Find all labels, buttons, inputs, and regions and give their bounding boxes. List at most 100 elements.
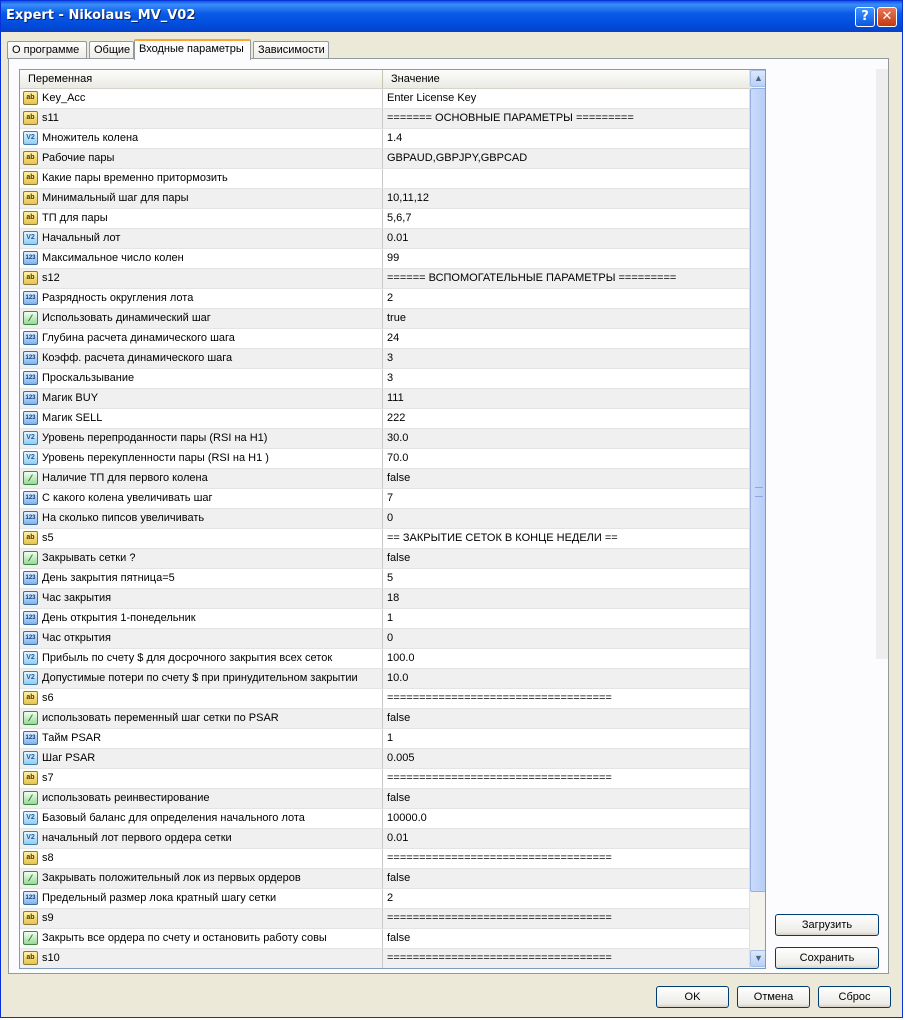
cancel-button[interactable]: Отмена [737, 986, 810, 1008]
table-row[interactable]: ab s5 == ЗАКРЫТИЕ СЕТОК В КОНЦЕ НЕДЕЛИ == [20, 529, 749, 549]
table-row[interactable]: 123 Магик BUY 111 [20, 389, 749, 409]
table-row[interactable]: ab Какие пары временно притормозить [20, 169, 749, 189]
value-cell[interactable]: 5,6,7 [387, 209, 411, 228]
value-cell[interactable]: 1 [387, 609, 393, 628]
variable-cell[interactable]: ab s6 [20, 689, 383, 708]
value-cell[interactable]: 0 [387, 629, 393, 648]
variable-cell[interactable]: ⁄ Использовать динамический шаг [20, 309, 383, 328]
table-row[interactable]: V2 Допустимые потери по счету $ при прину… [20, 669, 749, 689]
scroll-thumb[interactable] [750, 88, 765, 892]
table-row[interactable]: ab s11 ======= ОСНОВНЫЕ ПАРАМЕТРЫ ========… [20, 109, 749, 129]
scroll-down-arrow-icon[interactable]: ▼ [750, 950, 765, 967]
table-row[interactable]: 123 День закрытия пятница=5 5 [20, 569, 749, 589]
table-row[interactable]: ⁄ Закрывать положительный лок из первых о… [20, 869, 749, 889]
reset-button[interactable]: Сброс [818, 986, 891, 1008]
value-cell[interactable]: 0.01 [387, 829, 408, 848]
variable-cell[interactable]: 123 С какого колена увеличивать шаг [20, 489, 383, 508]
table-row[interactable]: ab s7 =================================== [20, 769, 749, 789]
variable-cell[interactable]: ab Key_Acc [20, 89, 383, 108]
value-cell[interactable]: 10,11,12 [387, 189, 429, 208]
value-cell[interactable]: =================================== [387, 849, 612, 868]
table-row[interactable]: ⁄ использовать переменный шаг сетки по PS… [20, 709, 749, 729]
variable-cell[interactable]: 123 Проскальзывание [20, 369, 383, 388]
variable-cell[interactable]: ⁄ Закрыть все ордера по счету и остановит… [20, 929, 383, 948]
variable-cell[interactable]: 123 День открытия 1-понедельник [20, 609, 383, 628]
ok-button[interactable]: OK [656, 986, 729, 1008]
variable-cell[interactable]: ab s9 [20, 909, 383, 928]
table-row[interactable]: ab ТП для пары 5,6,7 [20, 209, 749, 229]
value-cell[interactable]: 1 [387, 729, 393, 748]
table-row[interactable]: 123 Проскальзывание 3 [20, 369, 749, 389]
table-row[interactable]: 123 Магик SELL 222 [20, 409, 749, 429]
variable-cell[interactable]: ab Минимальный шаг для пары [20, 189, 383, 208]
table-row[interactable]: ab s10 =================================== [20, 949, 749, 968]
column-header-variable[interactable]: Переменная [20, 70, 383, 88]
variable-cell[interactable]: 123 Глубина расчета динамического шага [20, 329, 383, 348]
value-cell[interactable]: 7 [387, 489, 393, 508]
variable-cell[interactable]: V2 Множитель колена [20, 129, 383, 148]
value-cell[interactable]: =================================== [387, 769, 612, 788]
value-cell[interactable]: 1.4 [387, 129, 402, 148]
table-row[interactable]: V2 начальный лот первого ордера сетки 0.01 [20, 829, 749, 849]
variable-cell[interactable]: ab s8 [20, 849, 383, 868]
vertical-scrollbar[interactable]: ▲ ▼ [749, 70, 765, 968]
value-cell[interactable]: 0.005 [387, 749, 415, 768]
table-row[interactable]: V2 Прибыль по счету $ для досрочного закр… [20, 649, 749, 669]
table-row[interactable]: ⁄ Закрыть все ордера по счету и остановит… [20, 929, 749, 949]
table-row[interactable]: ab Минимальный шаг для пары 10,11,12 [20, 189, 749, 209]
variable-cell[interactable]: V2 Уровень перекупленности пары (RSI на H… [20, 449, 383, 468]
variable-cell[interactable]: ab Рабочие пары [20, 149, 383, 168]
value-cell[interactable]: 222 [387, 409, 405, 428]
variable-cell[interactable]: ⁄ Наличие ТП для первого колена [20, 469, 383, 488]
table-row[interactable]: 123 На сколько пипсов увеличивать 0 [20, 509, 749, 529]
table-row[interactable]: 123 С какого колена увеличивать шаг 7 [20, 489, 749, 509]
value-cell[interactable]: false [387, 549, 410, 568]
value-cell[interactable]: false [387, 869, 410, 888]
value-cell[interactable]: 3 [387, 349, 393, 368]
value-cell[interactable]: ====== ВСПОМОГАТЕЛЬНЫЕ ПАРАМЕТРЫ =======… [387, 269, 676, 288]
variable-cell[interactable]: ⁄ использовать переменный шаг сетки по PS… [20, 709, 383, 728]
table-row[interactable]: 123 Предельный размер лока кратный шагу с… [20, 889, 749, 909]
variable-cell[interactable]: ab s7 [20, 769, 383, 788]
value-cell[interactable]: GBPAUD,GBPJPY,GBPCAD [387, 149, 527, 168]
table-row[interactable]: V2 Начальный лот 0.01 [20, 229, 749, 249]
value-cell[interactable]: =================================== [387, 909, 612, 928]
table-row[interactable]: 123 Разрядность округления лота 2 [20, 289, 749, 309]
close-button[interactable]: ✕ [877, 7, 897, 27]
variable-cell[interactable]: V2 начальный лот первого ордера сетки [20, 829, 383, 848]
table-row[interactable]: V2 Уровень перекупленности пары (RSI на H… [20, 449, 749, 469]
table-row[interactable]: 123 Глубина расчета динамического шага 24 [20, 329, 749, 349]
variable-cell[interactable]: ab s5 [20, 529, 383, 548]
variable-cell[interactable]: 123 Предельный размер лока кратный шагу с… [20, 889, 383, 908]
table-row[interactable]: V2 Базовый баланс для определения начальн… [20, 809, 749, 829]
table-row[interactable]: 123 Час открытия 0 [20, 629, 749, 649]
table-row[interactable]: ab Рабочие пары GBPAUD,GBPJPY,GBPCAD [20, 149, 749, 169]
variable-cell[interactable]: ab s11 [20, 109, 383, 128]
table-row[interactable]: ⁄ Наличие ТП для первого колена false [20, 469, 749, 489]
load-button[interactable]: Загрузить [775, 914, 879, 936]
variable-cell[interactable]: 123 Коэфф. расчета динамического шага [20, 349, 383, 368]
value-cell[interactable]: 3 [387, 369, 393, 388]
variable-cell[interactable]: 123 Разрядность округления лота [20, 289, 383, 308]
value-cell[interactable]: 30.0 [387, 429, 408, 448]
value-cell[interactable]: 24 [387, 329, 399, 348]
value-cell[interactable]: false [387, 709, 410, 728]
table-row[interactable]: V2 Уровень перепроданности пары (RSI на H… [20, 429, 749, 449]
variable-cell[interactable]: 123 Магик SELL [20, 409, 383, 428]
table-row[interactable]: ab s8 =================================== [20, 849, 749, 869]
table-row[interactable]: ab s9 =================================== [20, 909, 749, 929]
table-row[interactable]: V2 Шаг PSAR 0.005 [20, 749, 749, 769]
table-row[interactable]: ⁄ Использовать динамический шаг true [20, 309, 749, 329]
variable-cell[interactable]: 123 Тайм PSAR [20, 729, 383, 748]
table-row[interactable]: ab Key_Acc Enter License Key [20, 89, 749, 109]
value-cell[interactable]: 10000.0 [387, 809, 427, 828]
table-row[interactable]: ab s6 =================================== [20, 689, 749, 709]
value-cell[interactable]: 100.0 [387, 649, 415, 668]
value-cell[interactable]: 111 [387, 389, 404, 408]
value-cell[interactable]: =================================== [387, 689, 612, 708]
variable-cell[interactable]: ⁄ Закрывать положительный лок из первых о… [20, 869, 383, 888]
value-cell[interactable]: == ЗАКРЫТИЕ СЕТОК В КОНЦЕ НЕДЕЛИ == [387, 529, 618, 548]
value-cell[interactable]: 2 [387, 289, 393, 308]
value-cell[interactable]: 0 [387, 509, 393, 528]
value-cell[interactable]: 99 [387, 249, 399, 268]
